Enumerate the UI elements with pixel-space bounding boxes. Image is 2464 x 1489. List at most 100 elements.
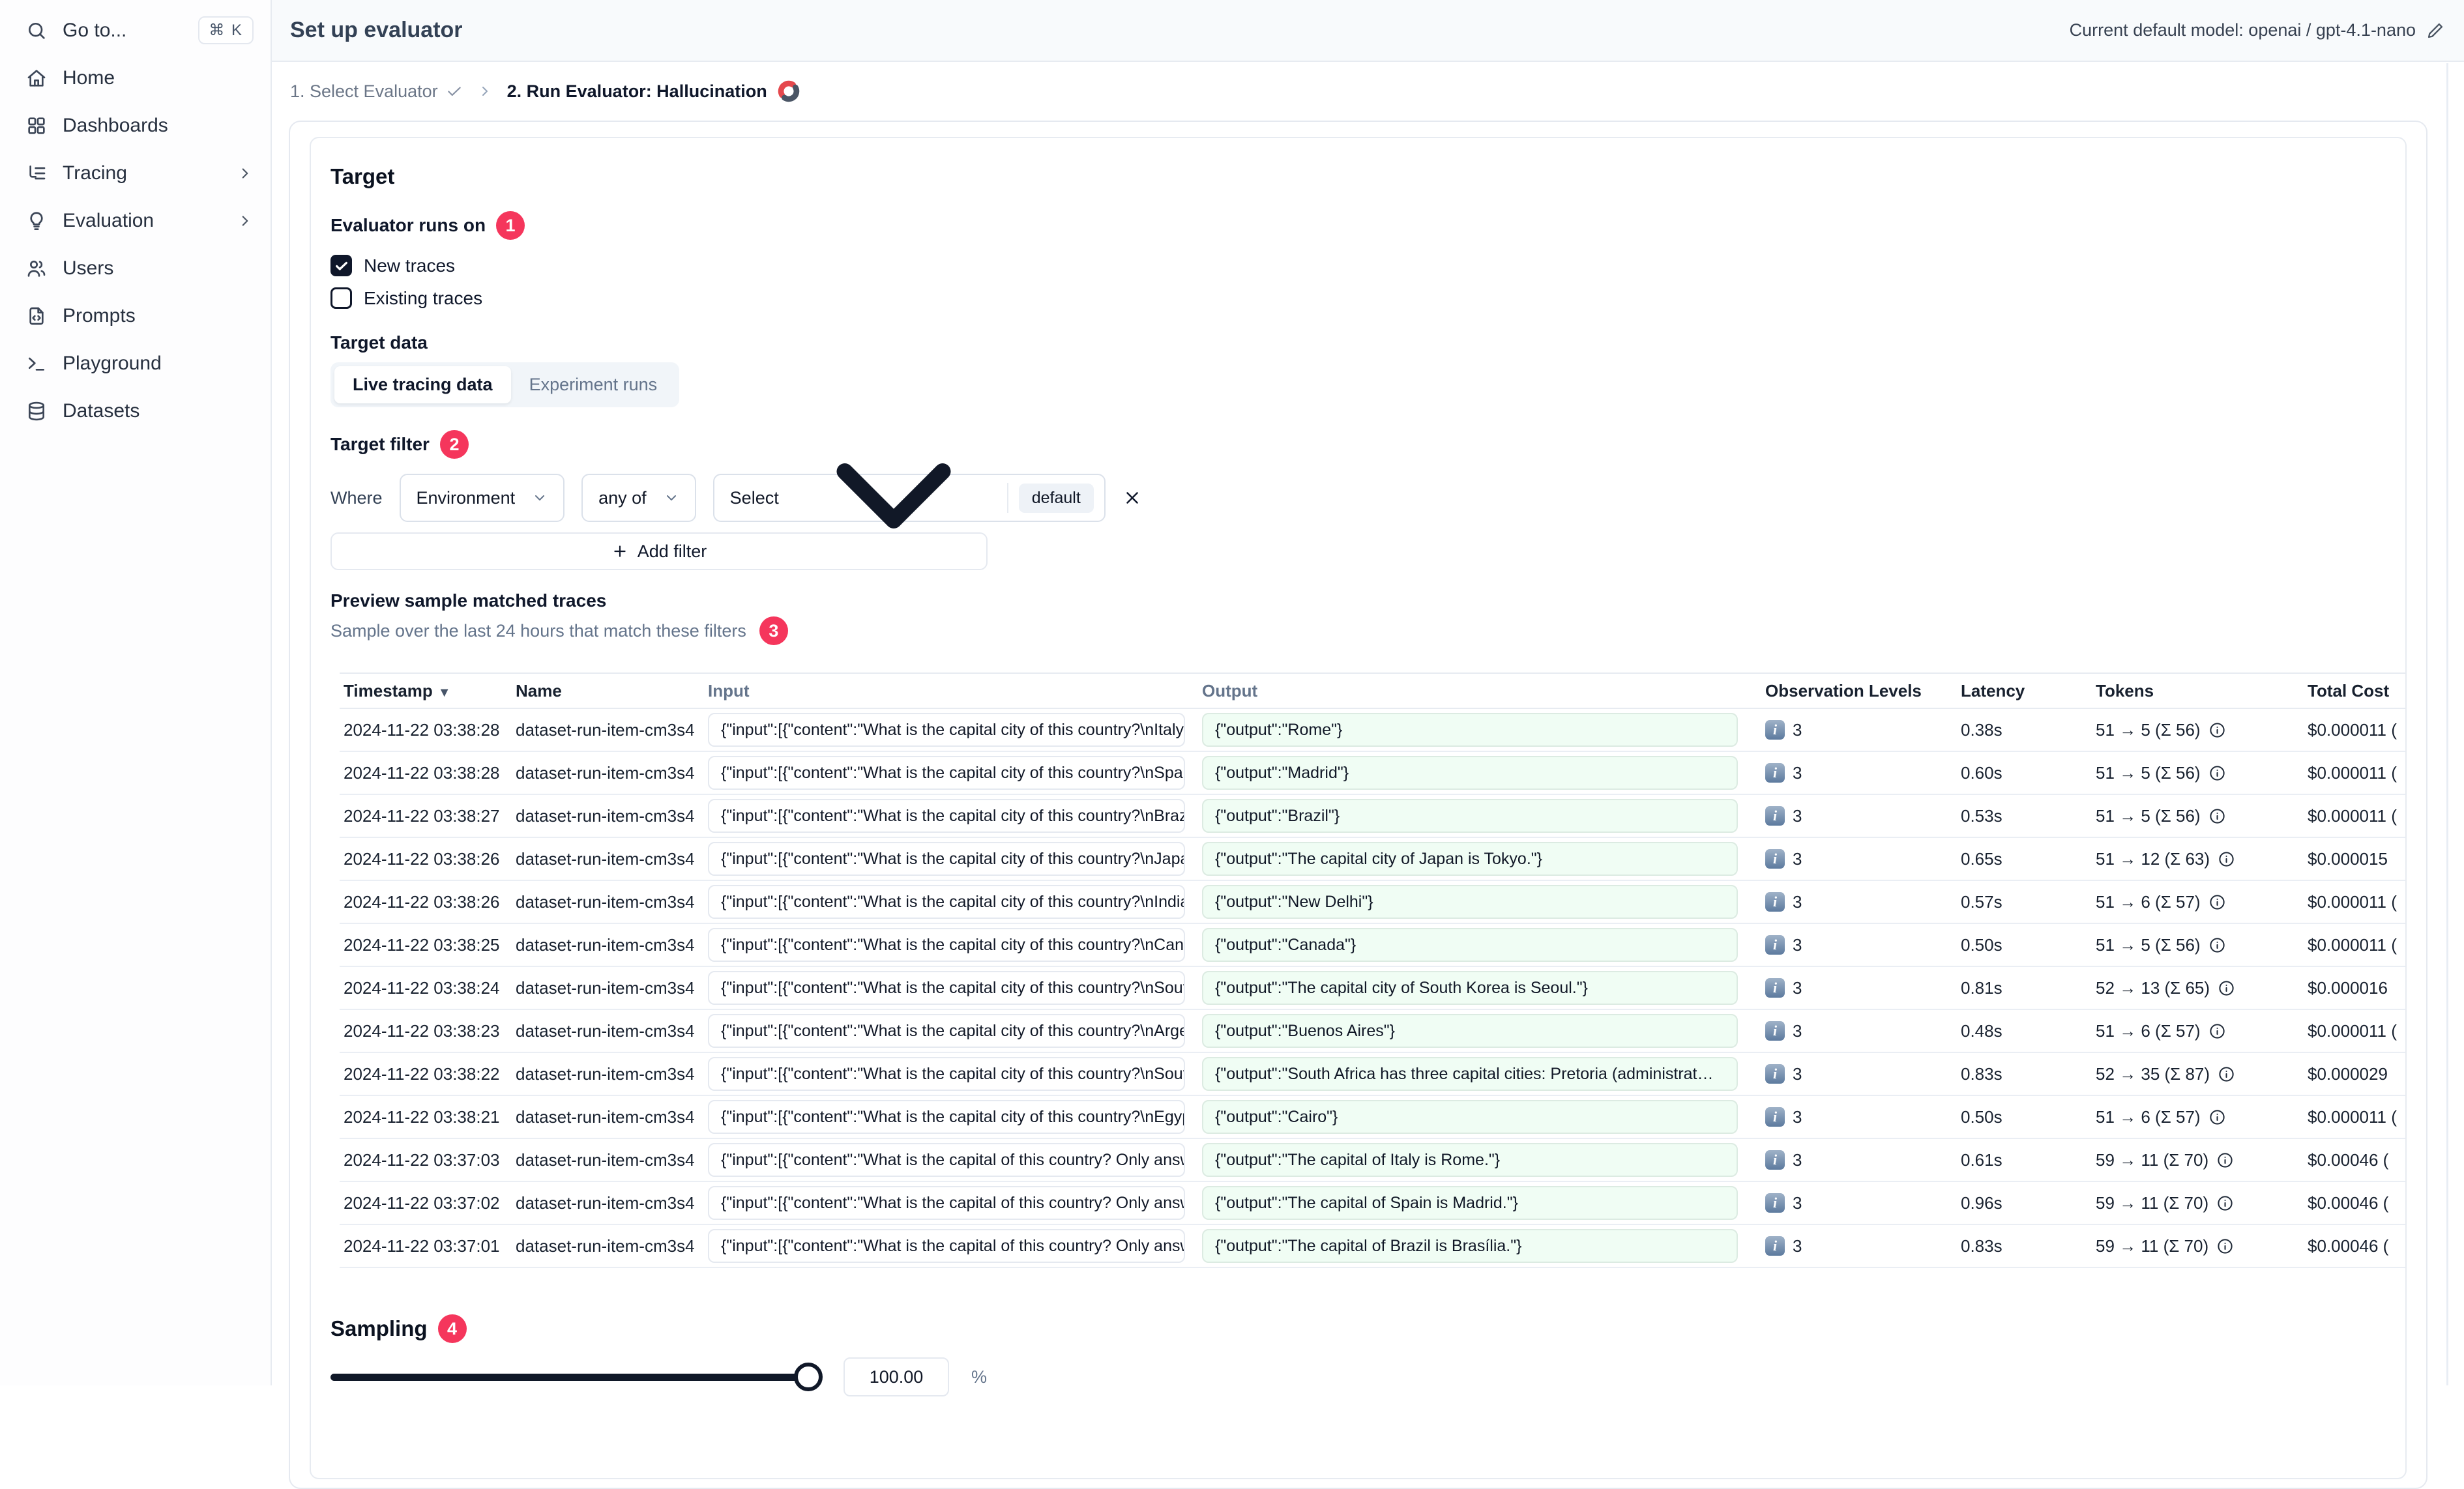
sort-desc-icon: ▼ [437,685,451,700]
table-row[interactable]: 2024-11-22 03:38:21 dataset-run-item-cm3… [340,1096,2405,1139]
info-circle-icon[interactable] [2216,1151,2234,1169]
info-circle-icon[interactable] [2218,850,2235,868]
table-row[interactable]: 2024-11-22 03:38:26 dataset-run-item-cm3… [340,838,2405,881]
grid-icon [26,115,47,136]
info-circle-icon[interactable] [2218,1065,2235,1083]
col-timestamp[interactable]: Timestamp ▼ [340,681,516,701]
info-circle-icon[interactable] [2208,1108,2226,1126]
info-circle-icon[interactable] [2208,764,2226,782]
sidebar-item-tracing[interactable]: Tracing [0,149,271,197]
row-name: dataset-run-item-cm3s4 [516,762,695,783]
remove-filter-icon[interactable] [1122,488,1142,508]
row-input-cell: {"input":[{"content":"What is the capita… [708,799,1185,833]
ragas-logo-icon [778,80,799,102]
home-icon [26,68,47,89]
row-latency: 0.65s [1961,848,2002,869]
table-row[interactable]: 2024-11-22 03:38:24 dataset-run-item-cm3… [340,967,2405,1010]
tab-experiment-runs[interactable]: Experiment runs [511,366,676,403]
info-circle-icon[interactable] [2208,1022,2226,1040]
observation-level-icon: i [1765,1236,1785,1256]
observation-level-icon: i [1765,1150,1785,1170]
col-name: Name [516,680,562,701]
row-output-cell: {"output":"The capital of Italy is Rome.… [1202,1143,1738,1177]
table-row[interactable]: 2024-11-22 03:38:22 dataset-run-item-cm3… [340,1053,2405,1096]
row-output-cell: {"output":"Cairo"} [1202,1100,1738,1134]
file-code-icon [26,306,47,326]
new-traces-checkbox[interactable] [330,255,352,276]
info-circle-icon[interactable] [2208,721,2226,739]
table-row[interactable]: 2024-11-22 03:38:27 dataset-run-item-cm3… [340,795,2405,838]
row-tokens: 51 → 6 (Σ 57) [2096,1020,2201,1041]
goto-search[interactable]: Go to... ⌘ K [0,7,271,54]
users-icon [26,258,47,279]
tab-live-tracing-data[interactable]: Live tracing data [334,366,511,403]
observation-level-icon: i [1765,720,1785,740]
sidebar-item-users[interactable]: Users [0,244,271,292]
row-timestamp: 2024-11-22 03:37:02 [344,1193,500,1213]
row-latency: 0.50s [1961,934,2002,955]
sidebar-item-playground[interactable]: Playground [0,340,271,387]
sidebar: Go to... ⌘ K Home Dashboards Tracing Eva… [0,0,272,1385]
sidebar-item-datasets[interactable]: Datasets [0,387,271,435]
filter-field-select[interactable]: Environment [399,474,565,522]
row-input-cell: {"input":[{"content":"What is the capita… [708,971,1185,1005]
observation-level-icon: i [1765,1064,1785,1084]
breadcrumb: 1. Select Evaluator 2. Run Evaluator: Ha… [290,62,801,121]
checkbox-row-new-traces: New traces [330,255,2405,276]
existing-traces-checkbox[interactable] [330,287,352,309]
info-circle-icon[interactable] [2218,979,2235,997]
page-title: Set up evaluator [290,18,463,42]
row-total-cost: $0.000011 ( [2308,762,2397,783]
row-total-cost: $0.000016 [2308,977,2388,998]
row-output-cell: {"output":"Rome"} [1202,713,1738,747]
row-name: dataset-run-item-cm3s4 [516,977,695,998]
sampling-slider[interactable] [330,1363,823,1391]
chevron-down-icon [664,490,679,506]
sidebar-item-prompts[interactable]: Prompts [0,292,271,340]
row-tokens: 51 → 5 (Σ 56) [2096,762,2201,783]
table-row[interactable]: 2024-11-22 03:37:02 dataset-run-item-cm3… [340,1182,2405,1225]
table-row[interactable]: 2024-11-22 03:38:25 dataset-run-item-cm3… [340,924,2405,967]
default-model-label: Current default model: openai / gpt-4.1-… [2069,20,2416,40]
sampling-value-input[interactable]: 100.00 [843,1357,949,1396]
row-name: dataset-run-item-cm3s4 [516,934,695,955]
table-row[interactable]: 2024-11-22 03:38:28 dataset-run-item-cm3… [340,709,2405,752]
table-row[interactable]: 2024-11-22 03:37:03 dataset-run-item-cm3… [340,1139,2405,1182]
row-observation-levels: 3 [1793,1106,1802,1127]
table-row[interactable]: 2024-11-22 03:38:28 dataset-run-item-cm3… [340,752,2405,795]
table-row[interactable]: 2024-11-22 03:38:23 dataset-run-item-cm3… [340,1010,2405,1053]
slider-thumb[interactable] [794,1363,823,1391]
step-badge-1: 1 [496,211,525,240]
info-circle-icon[interactable] [2216,1194,2234,1212]
breadcrumb-step1[interactable]: 1. Select Evaluator [290,81,463,102]
row-latency: 0.83s [1961,1063,2002,1084]
table-row[interactable]: 2024-11-22 03:37:01 dataset-run-item-cm3… [340,1225,2405,1268]
row-timestamp: 2024-11-22 03:38:24 [344,977,500,998]
percent-sign: % [971,1366,988,1387]
row-input-cell: {"input":[{"content":"What is the capita… [708,1186,1185,1220]
info-circle-icon[interactable] [2208,807,2226,825]
sidebar-item-evaluation[interactable]: Evaluation [0,197,271,244]
where-label: Where [330,487,383,508]
info-circle-icon[interactable] [2208,893,2226,911]
info-circle-icon[interactable] [2216,1237,2234,1255]
row-observation-levels: 3 [1793,848,1802,869]
row-name: dataset-run-item-cm3s4 [516,848,695,869]
filter-operator-select[interactable]: any of [581,474,696,522]
edit-pencil-icon[interactable] [2426,22,2444,40]
target-heading: Target [330,164,395,188]
row-timestamp: 2024-11-22 03:38:22 [344,1063,500,1084]
row-timestamp: 2024-11-22 03:38:21 [344,1106,500,1127]
filter-value-select[interactable]: Select default [712,463,1106,528]
info-circle-icon[interactable] [2208,936,2226,954]
row-name: dataset-run-item-cm3s4 [516,1063,695,1084]
traces-preview-table: Timestamp ▼ Name Input Output Observation… [340,672,2405,1268]
table-row[interactable]: 2024-11-22 03:38:26 dataset-run-item-cm3… [340,881,2405,924]
window-scrollbar[interactable] [2446,63,2448,1385]
row-output-cell: {"output":"The capital of Brazil is Bras… [1202,1229,1738,1263]
sidebar-item-dashboards[interactable]: Dashboards [0,102,271,149]
col-output: Output [1202,680,1258,701]
row-name: dataset-run-item-cm3s4 [516,1106,695,1127]
sidebar-item-home[interactable]: Home [0,54,271,102]
goto-label: Go to... [63,19,127,41]
